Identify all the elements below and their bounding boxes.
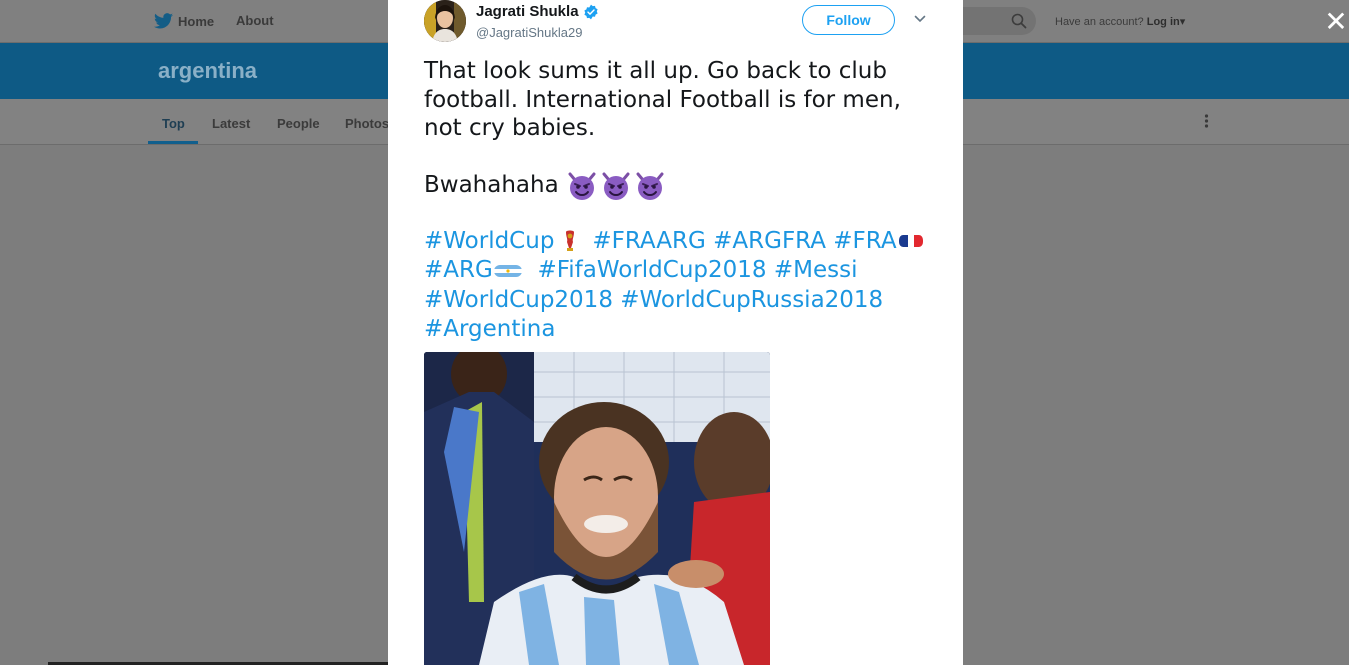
avatar[interactable] xyxy=(424,0,466,42)
tweet-photo[interactable] xyxy=(424,352,770,665)
login-link[interactable]: Log in▾ xyxy=(1147,16,1186,28)
account-prompt: Have an account? Log in▾ xyxy=(1055,15,1185,28)
nav-home-label: Home xyxy=(178,13,215,29)
trophy-emoji-icon xyxy=(565,230,574,251)
devil-emoji-icon xyxy=(568,172,596,200)
hashtag-line: #WorldCup #FRAARG #ARGFRA #FRA xyxy=(424,227,944,257)
nav-home-link[interactable]: Home xyxy=(154,13,214,29)
tab-photos[interactable]: Photos xyxy=(345,116,389,131)
devil-emoji-icon xyxy=(602,172,630,200)
hashtag-line: #ARG #FifaWorldCup2018 #Messi xyxy=(424,256,944,286)
argentina-flag-icon xyxy=(493,264,522,277)
active-tab-indicator xyxy=(148,141,198,144)
author-name-text: Jagrati Shukla xyxy=(476,3,579,20)
hashtag-argfra[interactable]: #ARGFRA xyxy=(713,228,826,254)
avatar-image xyxy=(424,0,466,42)
chevron-down-icon[interactable] xyxy=(914,13,926,25)
hashtag-arg[interactable]: #ARG xyxy=(424,257,493,283)
nav-about-link[interactable]: About xyxy=(236,13,274,28)
hashtag-worldcuprussia2018[interactable]: #WorldCupRussia2018 xyxy=(620,287,883,313)
hashtag-fraarg[interactable]: #FRAARG xyxy=(592,228,705,254)
hashtag-block: #WorldCup #FRAARG #ARGFRA #FRA #ARG #Fif… xyxy=(424,227,944,345)
hashtag-worldcup2018[interactable]: #WorldCup2018 xyxy=(424,287,613,313)
author-name[interactable]: Jagrati Shukla xyxy=(476,3,599,20)
hashtag-fifaworldcup2018[interactable]: #FifaWorldCup2018 xyxy=(537,257,766,283)
hashtag-fra[interactable]: #FRA xyxy=(833,228,896,254)
tweet-text: That look sums it all up. Go back to clu… xyxy=(424,57,944,345)
laugh-text: Bwahahaha xyxy=(424,172,559,199)
france-flag-icon xyxy=(898,235,923,247)
hashtag-argentina[interactable]: #Argentina xyxy=(424,316,555,342)
tab-top[interactable]: Top xyxy=(162,116,185,131)
hashtag-messi[interactable]: #Messi xyxy=(774,257,858,283)
tweet-text-laugh: Bwahahaha xyxy=(424,171,944,201)
devil-emoji-icon xyxy=(636,172,664,200)
author-handle[interactable]: @JagratiShukla29 xyxy=(476,25,582,40)
search-icon[interactable] xyxy=(1011,13,1027,29)
more-vertical-icon[interactable] xyxy=(1204,113,1209,129)
tab-people[interactable]: People xyxy=(277,116,320,131)
login-label: Log in xyxy=(1146,16,1180,28)
tab-latest[interactable]: Latest xyxy=(212,116,250,131)
tweet-text-body: That look sums it all up. Go back to clu… xyxy=(424,58,901,141)
photo-player-crying xyxy=(424,352,770,665)
close-icon[interactable]: ✕ xyxy=(1324,8,1348,36)
verified-icon xyxy=(583,4,598,19)
twitter-bird-icon xyxy=(154,13,173,29)
hashtag-line: #WorldCup2018 #WorldCupRussia2018 xyxy=(424,286,944,316)
search-title: argentina xyxy=(158,58,258,83)
tweet-permalink-modal: Jagrati Shukla @JagratiShukla29 Follow T… xyxy=(388,0,963,665)
hashtag-worldcup[interactable]: #WorldCup xyxy=(424,228,554,254)
hashtag-line: #Argentina xyxy=(424,315,944,345)
account-prompt-text: Have an account? xyxy=(1055,16,1144,28)
follow-button[interactable]: Follow xyxy=(802,5,895,35)
